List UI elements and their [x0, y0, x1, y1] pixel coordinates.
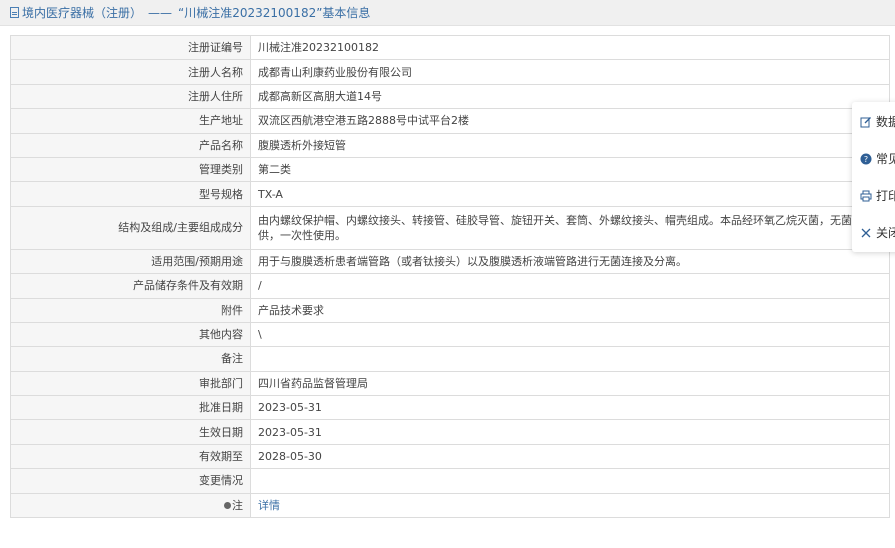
row-label: 产品储存条件及有效期: [10, 273, 251, 299]
page-header: 境内医疗器械（注册） —— “川械注准20232100182”基本信息: [0, 0, 895, 26]
row-label: 注册证编号: [10, 34, 251, 61]
table-row: 注册证编号 川械注准20232100182: [10, 34, 890, 61]
page-title: “川械注准20232100182”基本信息: [178, 6, 371, 20]
row-value: 2023-05-31: [250, 419, 890, 445]
row-label: 备注: [10, 346, 251, 372]
table-row: 批准日期 2023-05-31: [10, 395, 890, 421]
row-value: 四川省药品监督管理局: [250, 370, 890, 397]
row-value: \: [250, 321, 890, 348]
print-button[interactable]: 打印: [860, 187, 895, 204]
help-icon: ?: [860, 153, 872, 165]
row-value: 双流区西航港空港五路2888号中试平台2楼: [250, 108, 890, 134]
document-icon: [10, 7, 19, 18]
table-row: 注册人住所 成都高新区高朋大道14号: [10, 83, 890, 110]
pin-icon: [224, 502, 231, 510]
floating-action-menu: 数据 ? 常见 打印 关闭: [852, 102, 895, 252]
table-row: 注册人名称 成都青山利康药业股份有限公司: [10, 59, 890, 85]
row-value: 第二类: [250, 156, 890, 183]
row-value: /: [250, 273, 890, 299]
faq-button-label: 常见: [876, 152, 895, 166]
table-row: 审批部门 四川省药品监督管理局: [10, 370, 890, 397]
note-label: 注: [232, 498, 243, 512]
row-label: 变更情况: [10, 468, 251, 494]
close-icon: [860, 227, 872, 239]
table-row: 型号规格 TX-A: [10, 181, 890, 207]
row-value: 2023-05-31: [250, 395, 890, 421]
details-link[interactable]: 详情: [258, 499, 280, 512]
table-row: 生效日期 2023-05-31: [10, 419, 890, 445]
row-label: 批准日期: [10, 395, 251, 421]
table-row: 附件 产品技术要求: [10, 297, 890, 323]
table-row: 生产地址 双流区西航港空港五路2888号中试平台2楼: [10, 108, 890, 134]
table-row: 适用范围/预期用途 用于与腹膜透析患者端管路（或者钛接头）以及腹膜透析液端管路进行…: [10, 248, 890, 275]
row-label: 生效日期: [10, 419, 251, 445]
table-row: 有效期至 2028-05-30: [10, 443, 890, 470]
row-label: 管理类别: [10, 156, 251, 183]
row-label: 审批部门: [10, 370, 251, 397]
table-row: 变更情况: [10, 468, 890, 494]
row-value: 2028-05-30: [250, 443, 890, 470]
title-separator: ——: [148, 5, 173, 20]
print-icon: [860, 190, 872, 202]
close-button[interactable]: 关闭: [860, 224, 895, 241]
category-title: 境内医疗器械（注册）: [22, 6, 143, 20]
print-button-label: 打印: [876, 189, 895, 203]
row-label: 注册人住所: [10, 83, 251, 110]
detail-table: 注册证编号 川械注准20232100182 注册人名称 成都青山利康药业股份有限公司…: [10, 34, 890, 519]
row-value: [250, 468, 890, 494]
row-value: 由内螺纹保护帽、内螺纹接头、转接管、硅胶导管、旋钮开关、套筒、外螺纹接头、帽壳组…: [250, 205, 890, 250]
row-value: 用于与腹膜透析患者端管路（或者钛接头）以及腹膜透析液端管路进行无菌连接及分离。: [250, 248, 890, 275]
edit-icon: [860, 116, 872, 128]
svg-text:?: ?: [864, 155, 868, 164]
row-label: 结构及组成/主要组成成分: [10, 205, 251, 250]
faq-button[interactable]: ? 常见: [860, 150, 895, 167]
row-label: 适用范围/预期用途: [10, 248, 251, 275]
close-button-label: 关闭: [876, 226, 895, 240]
row-label: 附件: [10, 297, 251, 323]
row-value: 成都青山利康药业股份有限公司: [250, 59, 890, 85]
row-label: 注: [10, 492, 251, 519]
row-value: 川械注准20232100182: [250, 34, 890, 61]
row-label: 注册人名称: [10, 59, 251, 85]
table-row: 注 详情: [10, 492, 890, 519]
row-value: 腹膜透析外接短管: [250, 132, 890, 158]
row-value: 成都高新区高朋大道14号: [250, 83, 890, 110]
table-row: 结构及组成/主要组成成分 由内螺纹保护帽、内螺纹接头、转接管、硅胶导管、旋钮开关、…: [10, 205, 890, 250]
row-value: 产品技术要求: [250, 297, 890, 323]
table-row: 产品名称 腹膜透析外接短管: [10, 132, 890, 158]
row-value: 详情: [250, 492, 890, 519]
table-row: 管理类别 第二类: [10, 156, 890, 183]
data-button[interactable]: 数据: [860, 113, 895, 130]
row-value: TX-A: [250, 181, 890, 207]
table-row: 其他内容 \: [10, 321, 890, 348]
data-button-label: 数据: [876, 115, 895, 129]
row-label: 有效期至: [10, 443, 251, 470]
row-label: 其他内容: [10, 321, 251, 348]
row-label: 型号规格: [10, 181, 251, 207]
row-value: [250, 346, 890, 372]
row-label: 生产地址: [10, 108, 251, 134]
table-row: 产品储存条件及有效期 /: [10, 273, 890, 299]
row-label: 产品名称: [10, 132, 251, 158]
table-row: 备注: [10, 346, 890, 372]
